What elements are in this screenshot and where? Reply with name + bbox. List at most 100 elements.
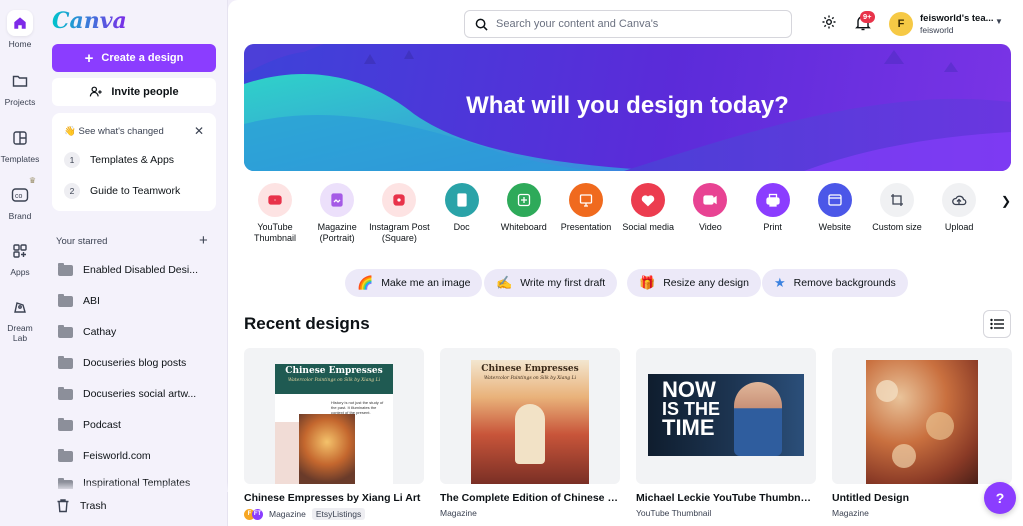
starred-folder[interactable]: Cathay — [58, 322, 208, 342]
pill-write-draft[interactable]: ✍ Write my first draft — [484, 269, 618, 297]
plus-icon: + — [84, 49, 94, 67]
design-card[interactable]: NOW IS THE TIME Michael Leckie YouTube T… — [636, 348, 816, 518]
chevron-down-icon[interactable]: ▼ — [995, 17, 1003, 26]
instagram-icon — [382, 183, 417, 217]
pill-resize[interactable]: 🎁 Resize any design — [627, 269, 761, 297]
quick-create-label: Print — [763, 222, 782, 232]
rail-item-brand[interactable]: ♛ co Brand — [0, 176, 40, 221]
pill-label: Resize any design — [663, 277, 749, 289]
quick-create-label: Presentation — [560, 222, 612, 232]
rail-item-templates[interactable]: Templates — [0, 125, 40, 164]
starred-folder[interactable]: Enabled Disabled Desi... — [58, 260, 208, 280]
decor-circle — [876, 380, 898, 402]
account-avatar[interactable]: F — [889, 12, 913, 36]
canva-logo[interactable]: Canva — [52, 8, 127, 34]
rail-item-home[interactable]: Home — [0, 10, 40, 49]
starred-folder[interactable]: Docuseries social artw... — [58, 384, 208, 404]
design-type: Magazine — [440, 508, 477, 518]
trash-label: Trash — [80, 499, 107, 512]
search-input[interactable] — [496, 18, 776, 30]
quick-create-whiteboard[interactable]: Whiteboard — [493, 183, 555, 233]
close-icon[interactable]: ✕ — [194, 124, 204, 138]
design-title[interactable]: Chinese Empresses by Xiang Li Art — [244, 492, 424, 504]
design-thumbnail[interactable]: Chinese Empresses Watercolor Paintings o… — [244, 348, 424, 484]
recent-designs-heading: Recent designs — [244, 314, 370, 333]
quick-create-instagram[interactable]: Instagram Post (Square) — [368, 183, 430, 245]
thumb-headline: NOW IS THE TIME — [662, 379, 720, 439]
quick-create-label: Website — [818, 222, 851, 232]
nav-rail: Home Projects Templates ♛ co Brand Apps … — [0, 0, 40, 526]
add-starred-button[interactable]: + — [199, 232, 208, 249]
quick-create-website[interactable]: Website — [804, 183, 866, 233]
folder-icon — [58, 324, 73, 338]
design-meta: Magazine — [440, 508, 620, 518]
figure-illustration — [515, 404, 545, 464]
account-name[interactable]: feisworld's tea... — [920, 13, 994, 24]
pill-label: Remove backgrounds — [793, 277, 896, 289]
presentation-icon — [569, 183, 603, 217]
whats-changed-item-label: Templates & Apps — [90, 154, 175, 166]
collaborator-avatars: F FT — [244, 508, 263, 520]
design-type: Magazine — [832, 508, 869, 518]
quick-create-custom-size[interactable]: Custom size — [866, 183, 928, 233]
design-title[interactable]: The Complete Edition of Chinese E... — [440, 492, 620, 504]
home-icon — [7, 10, 33, 36]
settings-gear-icon[interactable] — [821, 14, 837, 35]
whats-changed-item[interactable]: 1 Templates & Apps — [64, 152, 174, 168]
website-icon — [817, 183, 852, 217]
rail-label: Dream Lab — [7, 323, 33, 343]
design-thumbnail[interactable]: NOW IS THE TIME — [636, 348, 816, 484]
folder-icon — [58, 262, 73, 276]
whats-changed-item[interactable]: 2 Guide to Teamwork — [64, 183, 180, 199]
search-bar[interactable] — [464, 10, 792, 38]
invite-people-button[interactable]: Invite people — [52, 78, 216, 106]
folder-label: Podcast — [83, 419, 121, 431]
folder-tag[interactable]: EtsyListings — [311, 508, 366, 520]
starred-folder[interactable]: Feisworld.com — [58, 446, 208, 466]
rail-item-apps[interactable]: Apps — [0, 238, 40, 277]
quick-create-youtube[interactable]: YouTube Thumbnail — [244, 183, 306, 245]
folder-label: Enabled Disabled Desi... — [83, 264, 198, 276]
starred-folder[interactable]: Podcast — [58, 415, 208, 435]
quick-create-presentation[interactable]: Presentation — [555, 183, 617, 233]
create-design-button[interactable]: + Create a design — [52, 44, 216, 72]
starred-folder[interactable]: Docuseries blog posts — [58, 353, 208, 373]
quick-create-heart[interactable]: Social media — [617, 183, 679, 233]
starred-folder[interactable]: ABI — [58, 291, 208, 311]
chevron-right-icon[interactable]: ❯ — [1001, 194, 1011, 208]
quick-create-upload[interactable]: Upload — [928, 183, 990, 233]
quick-create-label: Instagram Post (Square) — [369, 222, 430, 244]
design-thumbnail[interactable] — [832, 348, 1012, 484]
rail-item-dream-lab[interactable]: Dream Lab — [0, 294, 40, 343]
quick-create-print[interactable]: Print — [742, 183, 804, 233]
create-design-label: Create a design — [101, 52, 184, 64]
list-view-button[interactable] — [983, 310, 1011, 338]
quick-create-magazine[interactable]: Magazine (Portrait) — [306, 183, 368, 245]
whats-changed-item-label: Guide to Teamwork — [90, 185, 181, 197]
quick-create-label: Whiteboard — [500, 222, 547, 232]
trash-icon — [57, 499, 69, 513]
quick-create-label: Custom size — [872, 222, 922, 232]
design-card[interactable]: Chinese Empresses Watercolor Paintings o… — [244, 348, 424, 520]
rail-item-projects[interactable]: Projects — [0, 68, 40, 107]
quick-create-label: Upload — [944, 222, 974, 232]
rail-label: Projects — [4, 97, 36, 107]
magazine-icon — [320, 183, 355, 217]
pill-remove-bg[interactable]: ★ Remove backgrounds — [762, 269, 908, 297]
notification-count-badge: 9+ — [860, 11, 875, 23]
step-number: 2 — [64, 183, 80, 199]
folder-icon — [58, 386, 73, 400]
crown-icon: ♛ — [28, 176, 36, 185]
trash-button[interactable]: Trash — [56, 498, 106, 513]
quick-create-doc[interactable]: Doc — [431, 183, 493, 233]
pill-make-image[interactable]: 🌈 Make me an image — [345, 269, 483, 297]
custom-size-icon — [880, 183, 914, 217]
design-thumbnail[interactable]: Chinese Empresses Watercolor Paintings o… — [440, 348, 620, 484]
quick-create-video[interactable]: Video — [679, 183, 741, 233]
help-button[interactable]: ? — [984, 482, 1016, 514]
rail-label: Templates — [0, 154, 40, 164]
design-title[interactable]: Michael Leckie YouTube Thumbnails — [636, 492, 816, 504]
folder-label: ABI — [83, 295, 100, 307]
design-card[interactable]: Chinese Empresses Watercolor Paintings o… — [440, 348, 620, 518]
quick-create-label: Doc — [453, 222, 470, 232]
